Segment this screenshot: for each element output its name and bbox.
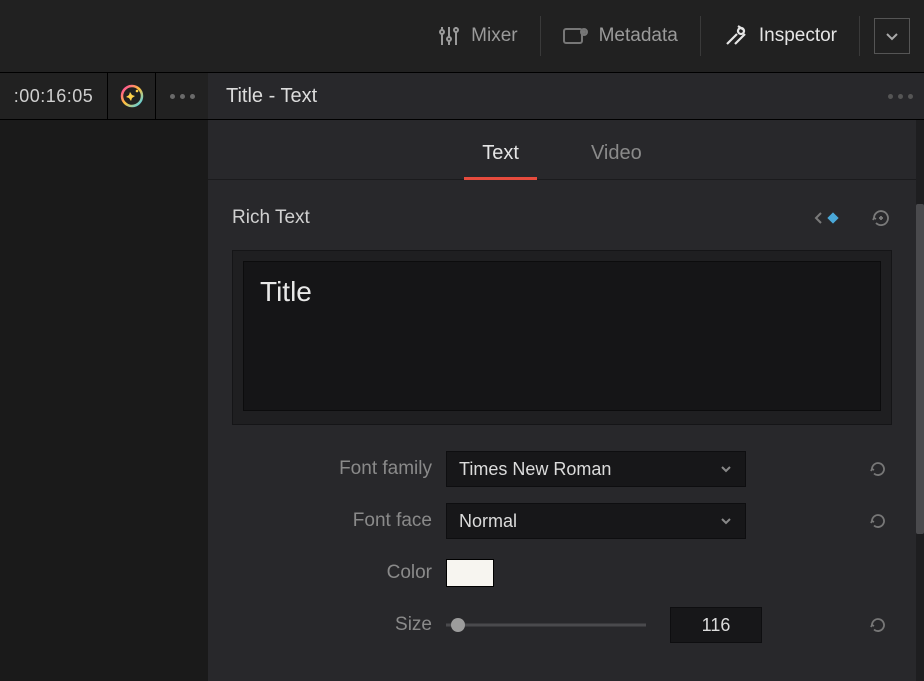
inspector-tabs: Text Video xyxy=(208,120,916,180)
chevron-left-icon xyxy=(814,211,824,225)
expand-panel-button[interactable] xyxy=(874,18,910,54)
size-slider[interactable] xyxy=(446,615,646,635)
size-label: Size xyxy=(232,614,432,636)
reset-icon xyxy=(868,615,888,635)
text-properties: Font family Times New Roman Font xyxy=(208,425,916,651)
left-panel xyxy=(0,120,208,681)
color-swatch[interactable] xyxy=(446,559,494,587)
options-menu-right[interactable] xyxy=(876,72,924,120)
toolbar-divider xyxy=(859,16,860,56)
metadata-icon xyxy=(563,26,589,46)
font-family-label: Font family xyxy=(232,458,432,480)
font-face-select[interactable]: Normal xyxy=(446,503,746,539)
top-toolbar: Mixer Metadata Inspector xyxy=(0,0,924,72)
scrollbar[interactable] xyxy=(916,204,924,681)
inspector-button[interactable]: Inspector xyxy=(705,18,855,54)
toolbar-divider xyxy=(700,16,701,56)
reset-icon xyxy=(868,511,888,531)
text-editor-frame xyxy=(232,250,892,425)
tab-text-label: Text xyxy=(482,142,519,164)
options-menu-left[interactable] xyxy=(156,72,208,120)
timecode-display[interactable]: :00:16:05 xyxy=(0,72,108,120)
font-face-value: Normal xyxy=(459,511,517,532)
font-face-label: Font face xyxy=(232,510,432,532)
section-header: Rich Text xyxy=(232,196,892,240)
tab-video-label: Video xyxy=(591,142,642,164)
clip-header-row: :00:16:05 Title - Text xyxy=(0,72,924,120)
color-row: Color xyxy=(232,547,892,599)
size-input[interactable] xyxy=(670,607,762,643)
keyframe-diamond-icon xyxy=(826,211,840,225)
magic-wand-button[interactable] xyxy=(108,72,156,120)
size-row: Size xyxy=(232,599,892,651)
inspector-label: Inspector xyxy=(759,25,837,47)
mixer-button[interactable]: Mixer xyxy=(419,18,535,54)
slider-track xyxy=(446,624,646,627)
chevron-down-icon xyxy=(719,462,733,476)
keyframe-reset-icon xyxy=(870,207,892,229)
color-label: Color xyxy=(232,562,432,584)
sparkle-icon xyxy=(119,83,145,109)
rich-text-section: Rich Text xyxy=(208,180,916,425)
slider-thumb[interactable] xyxy=(451,618,465,632)
size-reset[interactable] xyxy=(864,611,892,639)
font-face-reset[interactable] xyxy=(864,507,892,535)
section-tools xyxy=(814,207,892,229)
add-keyframe-button[interactable] xyxy=(870,207,892,229)
font-family-reset[interactable] xyxy=(864,455,892,483)
keyframe-nav[interactable] xyxy=(814,211,852,225)
inspector-panel: Text Video Rich Text xyxy=(208,120,924,681)
section-title: Rich Text xyxy=(232,207,310,229)
metadata-button[interactable]: Metadata xyxy=(545,18,696,54)
font-face-row: Font face Normal xyxy=(232,495,892,547)
tab-video[interactable]: Video xyxy=(579,142,654,179)
mixer-icon xyxy=(437,24,461,48)
clip-title-text: Title - Text xyxy=(226,85,317,108)
inspector-icon xyxy=(723,24,749,48)
tab-text[interactable]: Text xyxy=(470,142,531,179)
scrollbar-thumb[interactable] xyxy=(916,204,924,534)
reset-icon xyxy=(868,459,888,479)
font-family-row: Font family Times New Roman xyxy=(232,443,892,495)
chevron-down-icon xyxy=(884,28,900,44)
main-area: Text Video Rich Text xyxy=(0,120,924,681)
font-family-value: Times New Roman xyxy=(459,459,611,480)
clip-title: Title - Text xyxy=(208,72,876,120)
toolbar-divider xyxy=(540,16,541,56)
font-family-select[interactable]: Times New Roman xyxy=(446,451,746,487)
timecode-value: :00:16:05 xyxy=(14,86,94,107)
metadata-label: Metadata xyxy=(599,25,678,47)
rich-text-input[interactable] xyxy=(243,261,881,411)
mixer-label: Mixer xyxy=(471,25,517,47)
chevron-down-icon xyxy=(719,514,733,528)
